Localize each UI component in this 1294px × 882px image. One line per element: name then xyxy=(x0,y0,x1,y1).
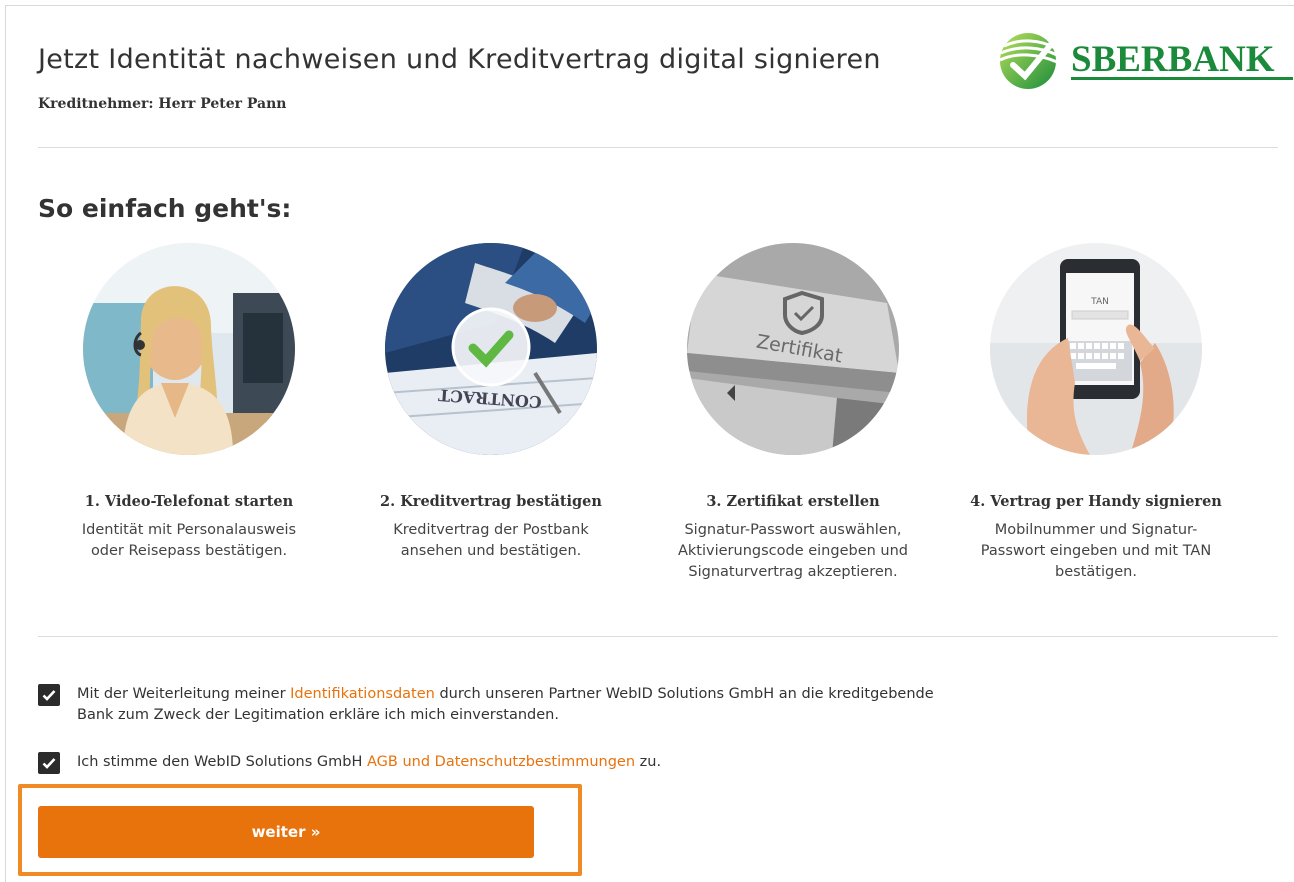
consent-terms-checkbox[interactable] xyxy=(38,752,60,774)
step-3-image: Zertifikat xyxy=(687,243,899,455)
borrower-name: Kreditnehmer: Herr Peter Pann xyxy=(38,96,287,112)
checkmark-icon xyxy=(42,758,56,769)
consent-identification-checkbox[interactable] xyxy=(38,684,60,706)
step-4-image: TAN xyxy=(990,243,1202,455)
consent-text-part: zu. xyxy=(635,754,662,770)
consent-text-part: Ich stimme den WebID Solutions GmbH xyxy=(77,754,367,770)
consent-terms: Ich stimme den WebID Solutions GmbH AGB … xyxy=(38,752,661,774)
step-video-call: 1. Video-Telefonat starten Identität mit… xyxy=(39,243,339,562)
consent-identification: Mit der Weiterleitung meiner Identifikat… xyxy=(38,684,934,726)
step-3-description: Signatur-Passwort auswählen, Aktivierung… xyxy=(677,522,908,580)
sberbank-logo-icon xyxy=(999,33,1058,89)
step-4-description: Mobilnummer und Signatur- Passwort einge… xyxy=(980,522,1212,580)
terms-privacy-link[interactable]: AGB und Datenschutzbestimmungen xyxy=(367,754,635,770)
step-1-image xyxy=(83,243,295,455)
step-2-title: 2. Kreditvertrag bestätigen xyxy=(380,493,602,510)
continue-button[interactable]: weiter » xyxy=(38,806,534,858)
divider xyxy=(38,636,1278,637)
consent-terms-text: Ich stimme den WebID Solutions GmbH AGB … xyxy=(77,752,661,773)
step-4-title: 4. Vertrag per Handy signieren xyxy=(970,493,1222,510)
step-confirm-contract: CONTRACT 2. Kreditvertrag bestätigen Kre… xyxy=(341,243,641,562)
sberbank-logo: SBERBANK xyxy=(995,28,1294,92)
page-title: Jetzt Identität nachweisen und Kreditver… xyxy=(38,44,881,75)
step-sign-mobile: TAN 4. Vertrag per Handy signieren Mobil… xyxy=(946,243,1246,583)
step-create-certificate: Zertifikat 3. Zertifikat erstellen Signa… xyxy=(643,243,943,583)
howto-heading: So einfach geht's: xyxy=(38,194,292,223)
step-2-description: Kreditvertrag der Postbank ansehen und b… xyxy=(393,522,589,559)
consent-identification-text: Mit der Weiterleitung meiner Identifikat… xyxy=(77,684,934,726)
logo-underline xyxy=(1071,77,1293,80)
logo-text: SBERBANK xyxy=(1071,39,1275,80)
step-3-title: 3. Zertifikat erstellen xyxy=(706,493,880,510)
divider xyxy=(38,147,1278,148)
checkmark-icon xyxy=(42,690,56,701)
step-1-description: Identität mit Personalausweis oder Reise… xyxy=(81,522,297,559)
step-2-image: CONTRACT xyxy=(385,243,597,455)
svg-text:TAN: TAN xyxy=(1090,297,1109,307)
step-1-title: 1. Video-Telefonat starten xyxy=(84,493,294,510)
identification-data-link[interactable]: Identifikationsdaten xyxy=(290,686,435,702)
consent-text-part: Mit der Weiterleitung meiner xyxy=(77,686,291,702)
